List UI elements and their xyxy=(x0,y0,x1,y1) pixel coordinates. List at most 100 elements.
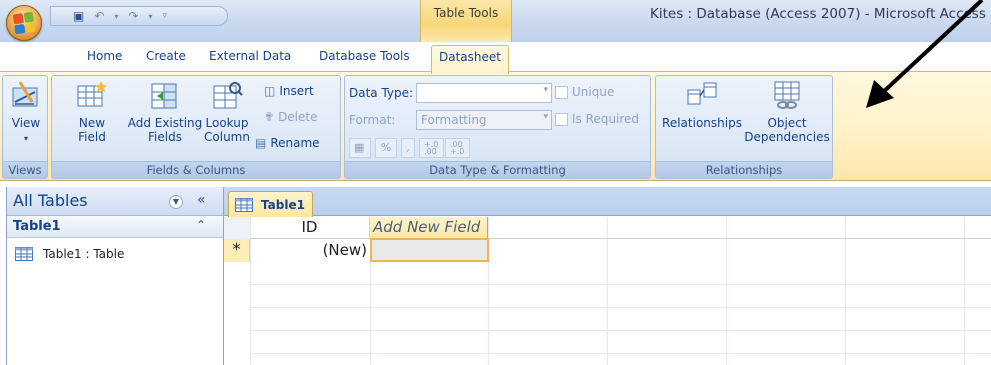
column-header-row: ID Add New Field xyxy=(224,217,991,239)
view-dropdown-icon: ▾ xyxy=(23,134,28,143)
decrease-decimals-label: .00 +.0 xyxy=(450,140,465,156)
insert-column-button[interactable]: ◫ Insert xyxy=(264,84,314,98)
increase-decimals-button[interactable]: +.0 .00 xyxy=(419,138,444,158)
shutter-bar-close-icon[interactable]: « xyxy=(197,192,206,208)
contextual-tab-group-header: Table Tools xyxy=(420,0,512,42)
nav-menu-dropdown-icon[interactable]: ▼ xyxy=(169,195,183,209)
nav-item-label: Table1 : Table xyxy=(43,247,125,261)
relationships-label: Relationships xyxy=(662,116,742,130)
format-combo[interactable]: Formatting ▾ xyxy=(416,110,552,130)
title-bar: ▣ ↶ ▾ ↷ ▾ ▿ Table Tools Kites : Database… xyxy=(0,0,991,42)
delete-column-icon: ✟ xyxy=(264,110,275,124)
relationships-group: Relationships Object Dependencies Relati… xyxy=(655,75,833,179)
add-existing-fields-button[interactable]: Add Existing Fields xyxy=(124,80,206,144)
chevron-down-icon: ▾ xyxy=(543,85,548,95)
nav-group-header[interactable]: Table1 ⌃ xyxy=(7,216,223,238)
nav-item-table1[interactable]: Table1 : Table xyxy=(15,247,124,261)
relationships-button[interactable]: Relationships xyxy=(660,80,744,130)
percent-label: % xyxy=(380,141,392,154)
collapse-group-icon[interactable]: ⌃ xyxy=(196,218,206,232)
document-tab-table1[interactable]: Table1 xyxy=(228,191,313,217)
undo-icon[interactable]: ↶ xyxy=(94,9,104,23)
object-dependencies-button[interactable]: Object Dependencies xyxy=(744,80,830,144)
relationships-icon xyxy=(686,80,718,112)
lookup-column-label-2: Column xyxy=(204,130,250,144)
fields-columns-group: New Field Add Existing Fields Lookup Col… xyxy=(51,75,341,179)
add-existing-fields-icon xyxy=(149,80,181,112)
new-record-row-selector[interactable]: * xyxy=(224,239,250,262)
save-icon[interactable]: ▣ xyxy=(73,9,84,23)
fields-columns-group-label: Fields & Columns xyxy=(52,161,340,178)
tab-database-tools[interactable]: Database Tools xyxy=(319,49,410,63)
new-record-id-cell[interactable]: (New) xyxy=(250,239,370,262)
grid-line xyxy=(250,284,991,285)
comma-format-button[interactable]: , xyxy=(401,138,415,158)
grid-line xyxy=(607,217,608,365)
unique-label: Unique xyxy=(572,85,615,99)
views-group-label: Views xyxy=(3,161,47,178)
table-icon xyxy=(235,197,253,212)
tab-external-data[interactable]: External Data xyxy=(209,49,291,63)
currency-icon: ▦ xyxy=(354,141,365,154)
is-required-label: Is Required xyxy=(572,112,640,126)
new-field-button[interactable]: New Field xyxy=(74,80,110,144)
nav-pane-title: All Tables xyxy=(13,191,88,210)
unique-checkbox-box[interactable] xyxy=(555,85,568,99)
ribbon: View ▾ Views New Field Add Existing Fiel… xyxy=(0,71,991,181)
tab-create[interactable]: Create xyxy=(146,49,186,63)
insert-column-icon: ◫ xyxy=(264,84,276,98)
redo-dropdown-icon[interactable]: ▾ xyxy=(148,12,152,21)
format-label: Format: xyxy=(349,113,396,127)
chevron-down-icon: ▾ xyxy=(543,112,548,122)
rename-column-label: Rename xyxy=(270,136,320,150)
rename-column-icon: ▤ xyxy=(255,136,267,150)
add-existing-fields-label-2: Fields xyxy=(148,130,182,144)
is-required-checkbox[interactable]: Is Required xyxy=(555,112,639,126)
new-record-add-field-cell[interactable] xyxy=(370,238,489,262)
tab-home[interactable]: Home xyxy=(87,49,122,63)
grid-line xyxy=(250,307,991,308)
grid-line xyxy=(250,353,991,354)
new-field-label-1: New xyxy=(78,116,106,130)
column-header-id[interactable]: ID xyxy=(250,217,370,239)
document-tab-label: Table1 xyxy=(261,197,305,212)
grid-line xyxy=(250,330,991,331)
percent-format-button[interactable]: % xyxy=(375,138,397,158)
column-header-add-new-field[interactable]: Add New Field xyxy=(370,217,488,239)
delete-column-label: Delete xyxy=(278,110,318,124)
nav-pane-header[interactable]: All Tables ▼ « xyxy=(7,187,223,216)
select-all-corner[interactable] xyxy=(224,217,250,239)
lookup-column-icon xyxy=(211,80,243,112)
new-field-icon xyxy=(76,80,108,112)
redo-icon[interactable]: ↷ xyxy=(128,9,138,23)
unique-checkbox[interactable]: Unique xyxy=(555,85,614,99)
office-logo-icon xyxy=(12,11,36,35)
new-field-label-2: Field xyxy=(78,130,106,144)
window-title: Kites : Database (Access 2007) - Microso… xyxy=(650,6,986,22)
document-area: Table1 ID Add New Field * (New) xyxy=(224,187,991,365)
quick-access-toolbar: ▣ ↶ ▾ ↷ ▾ ▿ xyxy=(50,6,228,26)
lookup-column-button[interactable]: Lookup Column xyxy=(202,80,252,144)
data-type-formatting-group: Data Type: ▾ Unique Format: Formatting ▾… xyxy=(344,75,651,179)
table-icon xyxy=(15,247,33,261)
relationships-group-label: Relationships xyxy=(656,161,832,178)
view-icon xyxy=(10,80,42,112)
format-value: Formatting xyxy=(421,113,487,127)
view-label: View xyxy=(11,116,41,130)
grid-line xyxy=(964,217,965,365)
office-button[interactable] xyxy=(6,5,42,41)
undo-dropdown-icon[interactable]: ▾ xyxy=(114,12,118,21)
currency-format-button[interactable]: ▦ xyxy=(349,138,371,158)
view-button[interactable]: View ▾ xyxy=(9,80,43,146)
delete-column-button[interactable]: ✟ Delete xyxy=(264,110,318,124)
ribbon-tabs: Home Create External Data Database Tools… xyxy=(0,42,991,74)
data-type-combo[interactable]: ▾ xyxy=(416,83,552,103)
customize-qat-icon[interactable]: ▿ xyxy=(163,11,168,21)
rename-column-button[interactable]: ▤ Rename xyxy=(255,136,320,150)
is-required-checkbox-box[interactable] xyxy=(555,112,568,126)
decrease-decimals-button[interactable]: .00 +.0 xyxy=(445,138,470,158)
lookup-column-label-1: Lookup xyxy=(205,116,249,130)
add-existing-fields-label-1: Add Existing xyxy=(127,116,203,130)
tab-datasheet[interactable]: Datasheet xyxy=(431,45,509,74)
grid-line xyxy=(726,217,727,365)
